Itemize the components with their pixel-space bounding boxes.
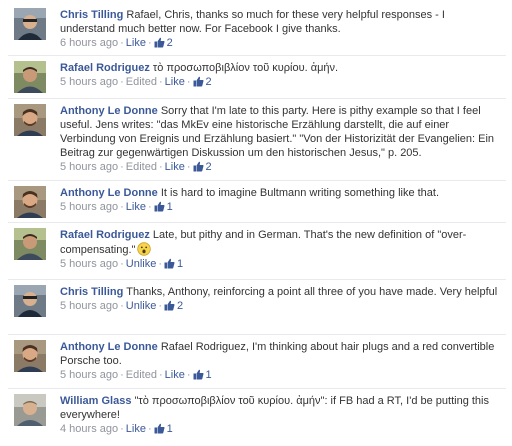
comment-author[interactable]: Chris Tilling <box>60 9 123 21</box>
like-count[interactable]: 2 <box>193 161 212 173</box>
comment-timestamp[interactable]: 5 hours ago <box>60 201 118 213</box>
comment-author[interactable]: Rafael Rodriguez <box>60 229 150 241</box>
divider <box>8 334 506 335</box>
like-button[interactable]: Like <box>126 201 146 213</box>
comment-item: Rafael Rodriguez Late, but pithy and in … <box>8 228 506 272</box>
comment-meta: 5 hours ago · Unlike · 2 <box>60 300 184 312</box>
comment-text: Thanks, Anthony, reinforcing a point all… <box>126 286 498 298</box>
comment-meta: 5 hours ago · Like · 1 <box>60 201 173 213</box>
like-count[interactable]: 2 <box>154 37 173 49</box>
profile-photo-icon[interactable] <box>14 104 46 136</box>
like-count[interactable]: 2 <box>164 300 183 312</box>
thumbs-up-icon <box>154 201 165 212</box>
thumbs-up-icon <box>164 258 175 269</box>
like-button[interactable]: Like <box>165 76 185 88</box>
unlike-button[interactable]: Unlike <box>126 258 157 270</box>
comment-author[interactable]: Anthony Le Donne <box>60 105 158 117</box>
comment-timestamp[interactable]: 5 hours ago <box>60 369 118 381</box>
thumbs-up-icon <box>154 37 165 48</box>
divider <box>8 222 506 223</box>
comment-meta: 5 hours ago · Edited · Like · 1 <box>60 369 212 381</box>
divider <box>8 180 506 181</box>
comment-meta: 5 hours ago · Edited · Like · 2 <box>60 161 212 173</box>
divider <box>8 98 506 99</box>
comment-thread: Chris Tilling Rafael, Chris, thanks so m… <box>0 0 512 446</box>
comment-author[interactable]: Anthony Le Donne <box>60 341 158 353</box>
unlike-button[interactable]: Unlike <box>126 300 157 312</box>
comment-author[interactable]: William Glass <box>60 395 131 407</box>
thumbs-up-icon <box>164 300 175 311</box>
profile-photo-icon[interactable] <box>14 340 46 372</box>
profile-photo-icon[interactable] <box>14 394 46 426</box>
comment-item: William Glass "τὸ προσωποβιβλίον τοῦ κυρ… <box>8 394 506 437</box>
comment-meta: 5 hours ago · Edited · Like · 2 <box>60 76 212 88</box>
comment-author[interactable]: Anthony Le Donne <box>60 187 158 199</box>
comment-item: Rafael Rodriguez τὸ προσωποβιβλίον τοῦ κ… <box>8 61 506 93</box>
comment-author[interactable]: Chris Tilling <box>60 286 123 298</box>
like-button[interactable]: Like <box>165 369 185 381</box>
comment-text: It is hard to imagine Bultmann writing s… <box>160 187 440 199</box>
comment-item: Anthony Le Donne Sorry that I'm late to … <box>8 104 506 175</box>
divider <box>8 388 506 389</box>
comment-item: Anthony Le Donne Rafael Rodriguez, I'm t… <box>8 340 506 383</box>
profile-photo-icon[interactable] <box>14 228 46 260</box>
divider <box>8 279 506 280</box>
comment-timestamp[interactable]: 5 hours ago <box>60 161 118 173</box>
like-count[interactable]: 1 <box>154 201 173 213</box>
like-button[interactable]: Like <box>165 161 185 173</box>
edited-label[interactable]: Edited <box>126 76 157 88</box>
thumbs-up-icon <box>193 161 204 172</box>
thumbs-up-icon <box>193 76 204 87</box>
comment-item: Chris Tilling Rafael, Chris, thanks so m… <box>8 8 506 51</box>
like-count[interactable]: 1 <box>154 423 173 435</box>
comment-meta: 6 hours ago · Like · 2 <box>60 37 173 49</box>
comment-author[interactable]: Rafael Rodriguez <box>60 62 150 74</box>
comment-meta: 5 hours ago · Unlike · 1 <box>60 258 184 270</box>
like-button[interactable]: Like <box>126 423 146 435</box>
edited-label[interactable]: Edited <box>126 369 157 381</box>
comment-meta: 4 hours ago · Like · 1 <box>60 423 173 435</box>
comment-timestamp[interactable]: 5 hours ago <box>60 258 118 270</box>
comment-timestamp[interactable]: 5 hours ago <box>60 76 118 88</box>
comment-item: Anthony Le Donne It is hard to imagine B… <box>8 186 506 218</box>
surprised-emoticon-icon <box>137 242 152 256</box>
comment-item: Chris Tilling Thanks, Anthony, reinforci… <box>8 285 506 317</box>
thumbs-up-icon <box>193 369 204 380</box>
like-count[interactable]: 1 <box>193 369 212 381</box>
thumbs-up-icon <box>154 423 165 434</box>
comment-timestamp[interactable]: 4 hours ago <box>60 423 118 435</box>
profile-photo-icon[interactable] <box>14 186 46 218</box>
comment-timestamp[interactable]: 5 hours ago <box>60 300 118 312</box>
profile-photo-icon[interactable] <box>14 8 46 40</box>
like-count[interactable]: 1 <box>164 258 183 270</box>
profile-photo-icon[interactable] <box>14 285 46 317</box>
comment-text: τὸ προσωποβιβλίον τοῦ κυρίου. ἀμήν. <box>152 62 339 74</box>
divider <box>8 55 506 56</box>
comment-timestamp[interactable]: 6 hours ago <box>60 37 118 49</box>
profile-photo-icon[interactable] <box>14 61 46 93</box>
edited-label[interactable]: Edited <box>126 161 157 173</box>
like-button[interactable]: Like <box>126 37 146 49</box>
like-count[interactable]: 2 <box>193 76 212 88</box>
